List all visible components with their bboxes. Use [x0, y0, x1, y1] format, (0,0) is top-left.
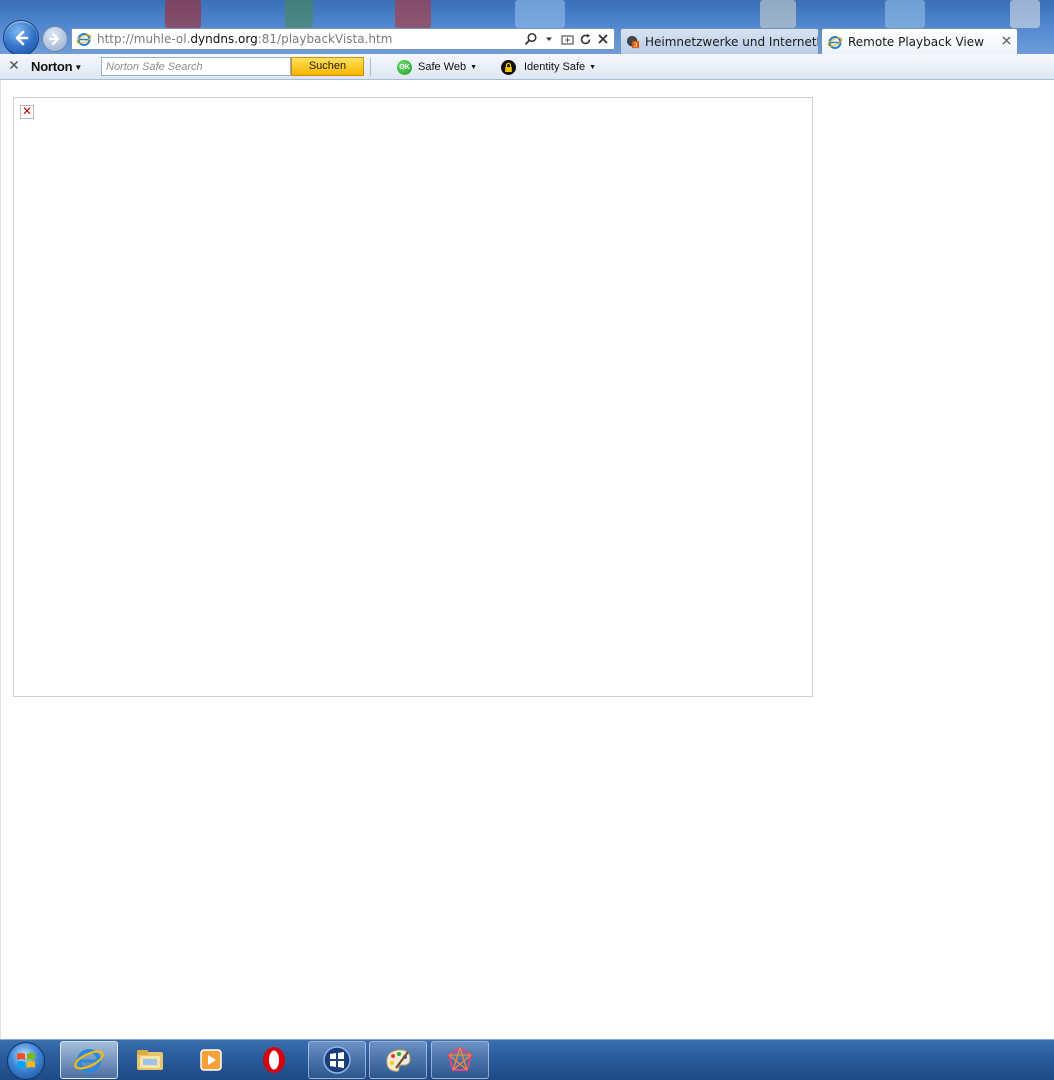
- compatibility-view-button[interactable]: [560, 32, 574, 46]
- tab-label: Heimnetzwerke und Internetha...: [644, 34, 818, 49]
- chevron-down-icon: [546, 37, 552, 41]
- media-player-icon: [200, 1049, 222, 1071]
- norton-logo-menu[interactable]: Norton ▼: [31, 59, 82, 74]
- identity-safe-menu[interactable]: Identity Safe ▼: [501, 58, 596, 76]
- internet-explorer-icon: [74, 1049, 104, 1073]
- opera-icon: [263, 1047, 285, 1073]
- taskbar-media-player[interactable]: [182, 1041, 240, 1079]
- identity-safe-icon: [501, 59, 516, 75]
- norton-toolbar: Norton▼ Suchen OK Safe Web ▼ Identity Sa…: [0, 54, 1054, 80]
- forward-button[interactable]: [42, 26, 68, 52]
- address-url[interactable]: http://muhle-ol.dyndns.org:81/playbackVi…: [97, 32, 524, 46]
- file-explorer-icon: [137, 1050, 163, 1070]
- desktop-decoration: [515, 0, 565, 28]
- desktop-decoration: [885, 0, 925, 28]
- norton-logo: Norton: [31, 59, 73, 74]
- start-button[interactable]: [7, 1042, 45, 1080]
- url-prefix: http://muhle-ol.: [97, 32, 191, 46]
- windows-logo-icon: [323, 1046, 351, 1074]
- close-icon: [9, 60, 19, 70]
- ie-favicon-icon: [827, 35, 843, 49]
- toolbar-close-button[interactable]: [9, 59, 19, 74]
- broken-image-icon: ✕: [20, 104, 34, 119]
- compatibility-view-icon: [560, 34, 574, 45]
- taskbar-paint[interactable]: [369, 1041, 427, 1079]
- start-orb-icon: [17, 1053, 35, 1068]
- arrow-right-icon: [49, 33, 59, 45]
- taskbar-windows[interactable]: [308, 1041, 366, 1079]
- stop-button[interactable]: [596, 32, 610, 46]
- arrow-left-icon: [15, 30, 29, 46]
- chevron-down-icon: ▼: [589, 63, 597, 71]
- browser-title-bar: http://muhle-ol.dyndns.org:81/playbackVi…: [0, 0, 1054, 54]
- windows-taskbar: [0, 1039, 1054, 1080]
- chevron-down-icon: ▼: [470, 63, 478, 71]
- lock-icon: [505, 62, 512, 72]
- tab-close-button[interactable]: [1000, 35, 1012, 47]
- safe-web-label: Safe Web: [418, 61, 467, 73]
- close-icon: [1001, 36, 1011, 45]
- norton-search-button[interactable]: Suchen: [291, 57, 364, 76]
- url-suffix: :81/playbackVista.htm: [257, 32, 393, 46]
- tab-heimnetzwerke[interactable]: 3 Heimnetzwerke und Internetha...: [620, 28, 819, 54]
- zune-icon: [447, 1046, 473, 1071]
- taskbar-zune[interactable]: [431, 1041, 489, 1079]
- norton-search-input[interactable]: [101, 57, 291, 76]
- refresh-button[interactable]: [578, 32, 592, 46]
- svg-text:3: 3: [634, 42, 638, 49]
- taskbar-file-explorer[interactable]: [121, 1041, 179, 1079]
- tab-label: Remote Playback View: [848, 34, 984, 49]
- tab-remote-playback-view[interactable]: Remote Playback View: [821, 28, 1018, 54]
- page-content: ✕: [0, 80, 1054, 1039]
- refresh-icon: [580, 33, 590, 44]
- desktop-decoration: [1010, 0, 1040, 28]
- search-dropdown-button[interactable]: [542, 32, 556, 46]
- desktop-decoration: [760, 0, 796, 28]
- search-button[interactable]: [524, 32, 538, 46]
- back-button[interactable]: [3, 20, 39, 54]
- site-favicon-icon: 3: [626, 35, 640, 49]
- url-domain: dyndns.org: [190, 32, 258, 46]
- safe-web-menu[interactable]: OK Safe Web ▼: [397, 58, 477, 76]
- taskbar-opera[interactable]: [245, 1041, 303, 1079]
- playback-frame[interactable]: ✕: [13, 97, 813, 697]
- address-tools: [524, 32, 610, 46]
- taskbar-internet-explorer[interactable]: [60, 1041, 118, 1079]
- ie-favicon-icon: [76, 33, 92, 46]
- identity-safe-label: Identity Safe: [524, 61, 586, 73]
- close-icon: [598, 34, 608, 44]
- address-bar[interactable]: http://muhle-ol.dyndns.org:81/playbackVi…: [71, 28, 615, 50]
- chevron-down-icon: ▼: [74, 63, 83, 73]
- paint-icon: [386, 1049, 411, 1072]
- safe-web-ok-icon: OK: [397, 59, 412, 75]
- desktop-decoration: [395, 0, 431, 28]
- search-icon: [524, 32, 537, 46]
- desktop-decoration: [285, 0, 313, 28]
- toolbar-separator: [370, 58, 371, 76]
- desktop-decoration: [165, 0, 201, 28]
